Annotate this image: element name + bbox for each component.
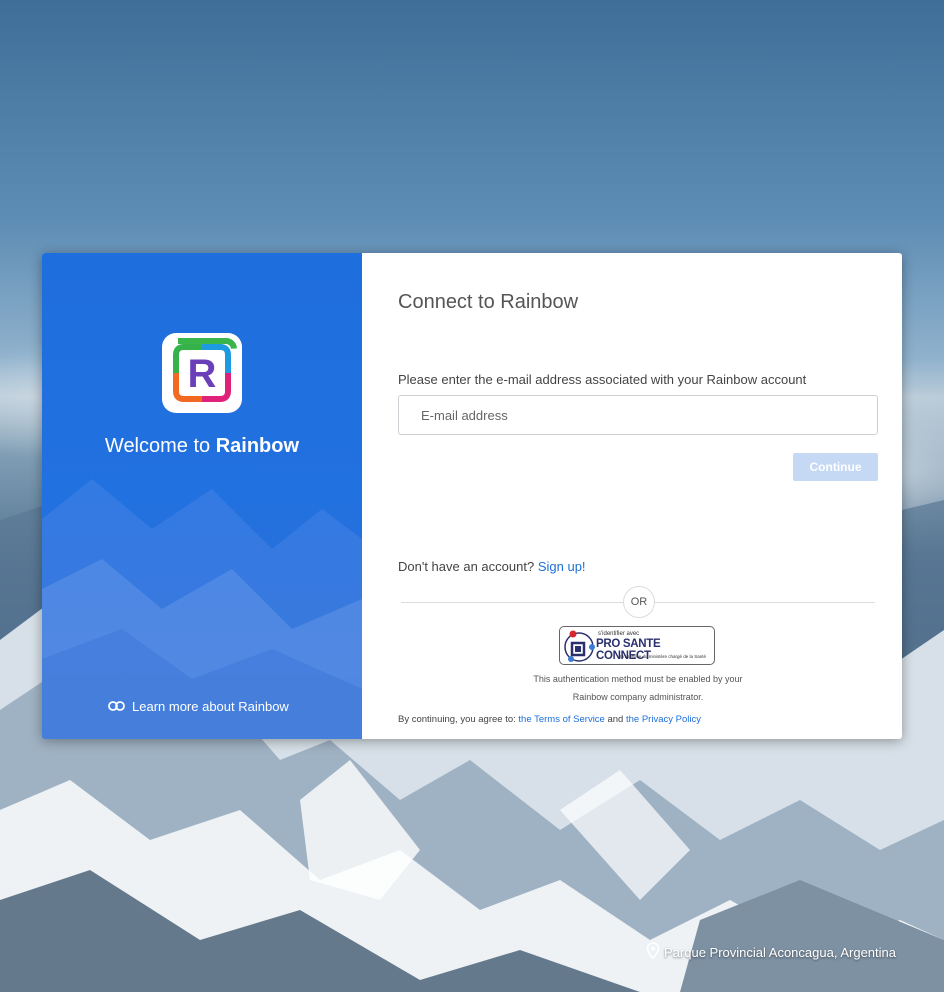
auth-note-line1: This authentication method must be enabl… <box>533 674 743 684</box>
learn-more-link[interactable]: Learn more about Rainbow <box>108 699 289 714</box>
or-badge: OR <box>623 586 655 618</box>
no-account-text: Don't have an account? <box>398 559 535 574</box>
auth-note-line2: Rainbow company administrator. <box>572 692 704 702</box>
location-pin-icon <box>646 942 660 962</box>
terms-link[interactable]: the Terms of Service <box>518 714 604 725</box>
signup-link[interactable]: Sign up! <box>538 559 586 574</box>
pro-sante-connect-icon <box>564 630 595 662</box>
svg-text:R: R <box>188 352 217 396</box>
email-prompt: Please enter the e-mail address associat… <box>398 372 807 387</box>
terms-row: By continuing, you agree to: the Terms o… <box>398 714 701 725</box>
login-card: R Welcome to Rainbow Learn more about Ra… <box>42 253 902 739</box>
form-title: Connect to Rainbow <box>398 291 579 313</box>
link-icon <box>108 699 125 714</box>
photo-location: Parque Provincial Aconcagua, Argentina <box>646 942 896 962</box>
location-label: Parque Provincial Aconcagua, Argentina <box>664 944 896 960</box>
login-form-panel: Connect to Rainbow Please enter the e-ma… <box>362 253 902 739</box>
auth-note: This authentication method must be enabl… <box>502 670 774 706</box>
rainbow-logo-icon: R <box>162 333 242 413</box>
email-input[interactable] <box>398 395 878 435</box>
psc-subtitle: Un service du ministère chargé de la San… <box>620 654 707 659</box>
learn-more-label: Learn more about Rainbow <box>132 699 289 714</box>
pro-sante-connect-button[interactable]: s'identifier avec PRO SANTE CONNECT Un s… <box>559 626 715 665</box>
privacy-link[interactable]: the Privacy Policy <box>626 714 701 725</box>
psc-small-text: s'identifier avec <box>598 631 640 637</box>
signup-row: Don't have an account? Sign up! <box>398 559 586 574</box>
panel-mountains <box>42 479 362 739</box>
welcome-heading: Welcome to Rainbow <box>104 435 300 457</box>
welcome-panel: R Welcome to Rainbow Learn more about Ra… <box>42 253 362 739</box>
terms-and: and <box>607 714 624 725</box>
continue-button[interactable]: Continue <box>793 453 878 481</box>
terms-prefix: By continuing, you agree to: <box>398 714 516 725</box>
